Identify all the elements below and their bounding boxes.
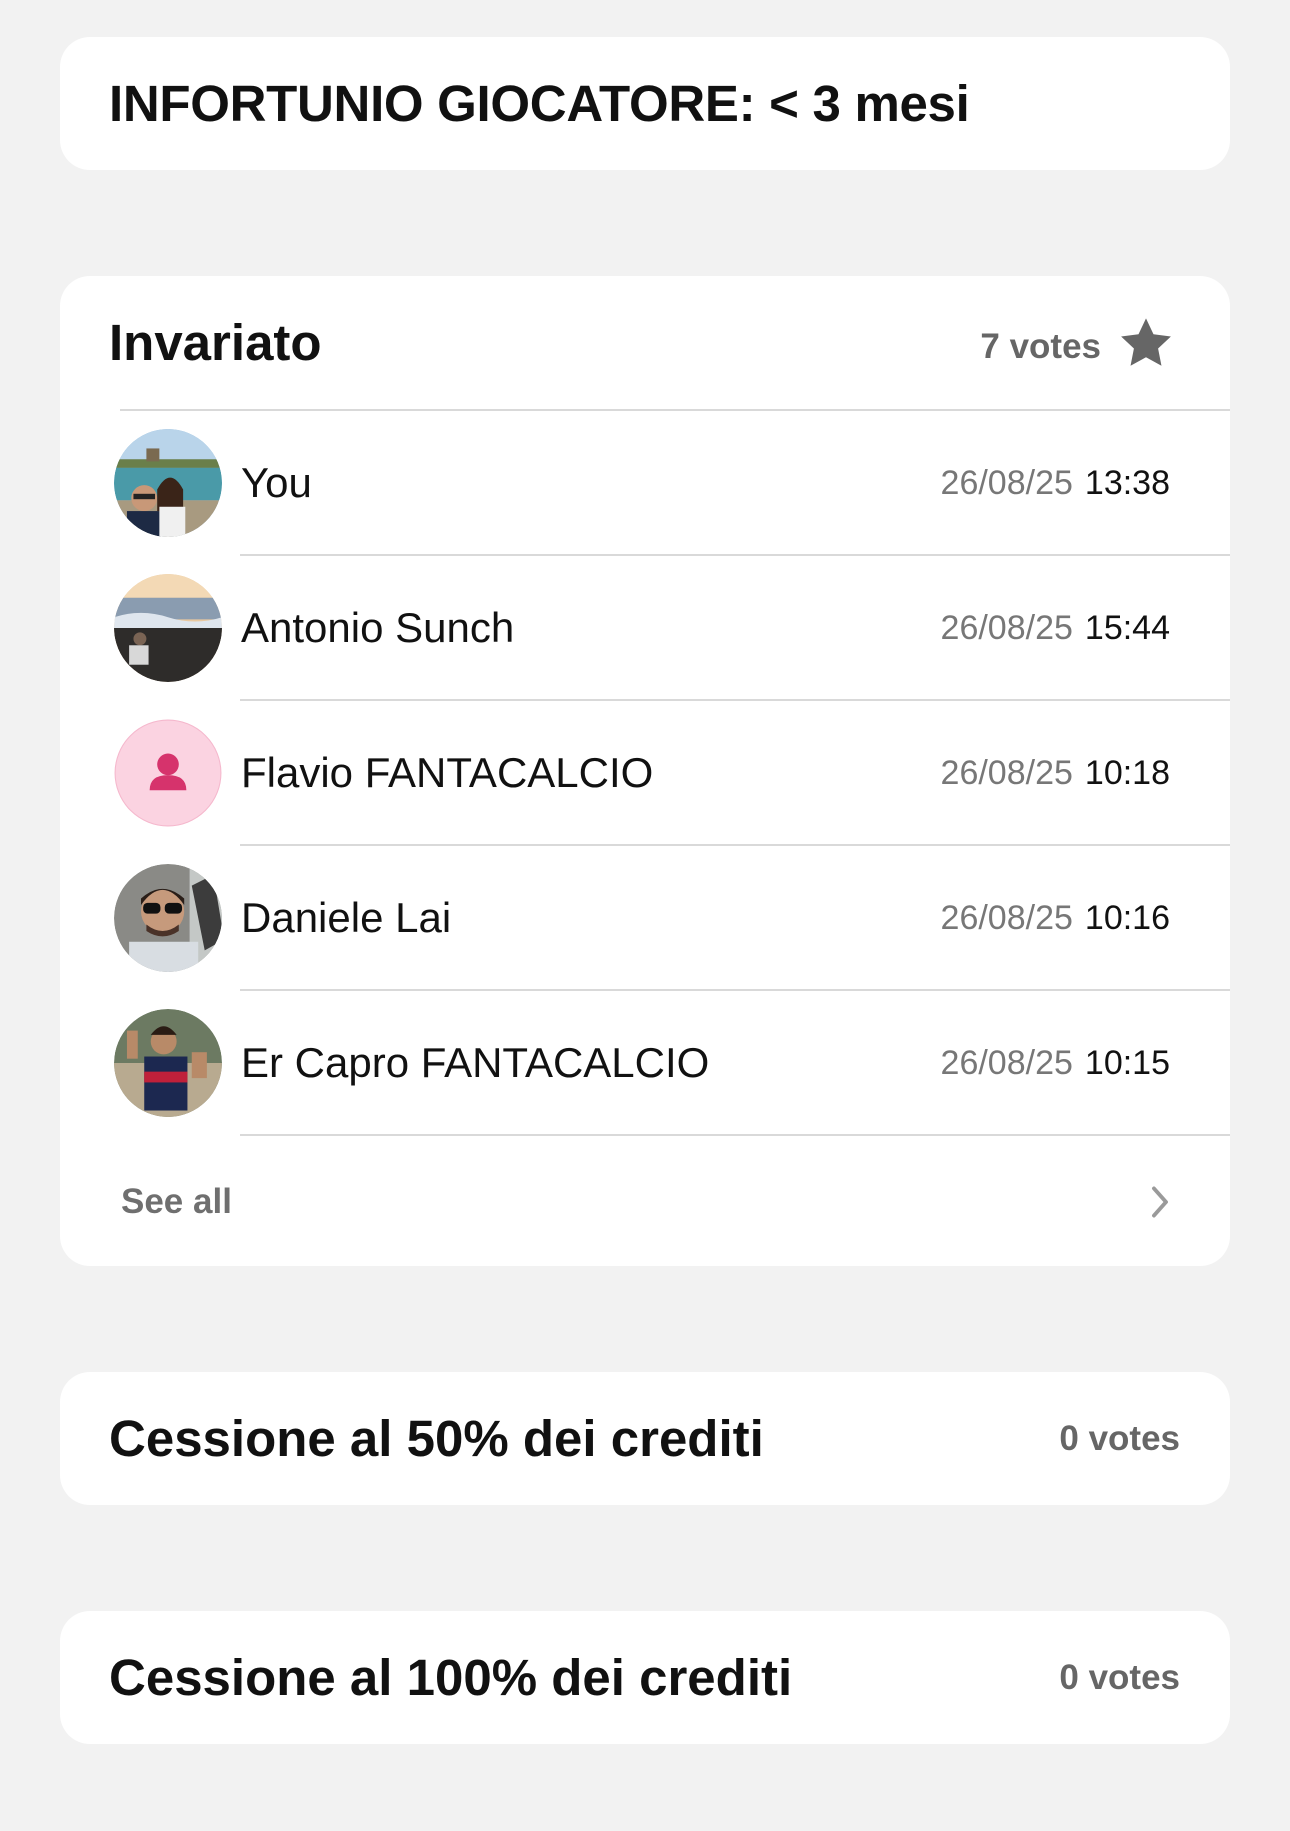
vote-time: 10:15: [1084, 1043, 1170, 1082]
vote-timestamp: 26/08/25 10:18: [941, 754, 1170, 793]
vote-time: 10:18: [1084, 753, 1170, 792]
option-votes-wrap: 7 votes: [980, 314, 1175, 372]
vote-timestamp: 26/08/25 15:44: [941, 609, 1170, 648]
vote-timestamp: 26/08/25 10:16: [941, 899, 1170, 938]
question-card: INFORTUNIO GIOCATORE: < 3 mesi: [60, 37, 1230, 170]
vote-timestamp: 26/08/25 13:38: [941, 464, 1170, 503]
person-placeholder-icon: [114, 719, 222, 827]
vote-date: 26/08/25: [940, 1043, 1073, 1082]
voter-list: You 26/08/25 13:38 Antonio Sunch 26/08/2…: [60, 411, 1230, 1136]
option-title: Invariato: [109, 314, 322, 371]
avatar: [114, 1009, 222, 1117]
option-title: Cessione al 100% dei crediti: [109, 1649, 793, 1706]
avatar: [114, 574, 222, 682]
vote-time: 10:16: [1084, 898, 1170, 937]
voter-row[interactable]: You 26/08/25 13:38: [60, 411, 1230, 556]
vote-date: 26/08/25: [940, 608, 1073, 647]
see-all-label: See all: [121, 1182, 232, 1221]
voter-name: Daniele Lai: [241, 894, 452, 941]
star-icon: [1121, 317, 1171, 366]
option-card-cessione-100[interactable]: Cessione al 100% dei crediti 0 votes: [60, 1611, 1230, 1744]
question-title: INFORTUNIO GIOCATORE: < 3 mesi: [109, 75, 970, 132]
vote-date: 26/08/25: [940, 898, 1073, 937]
avatar: [114, 429, 222, 537]
option-card-invariato[interactable]: Invariato 7 votes You 26/08/25 13:38 Ant…: [60, 276, 1230, 1266]
avatar: [114, 864, 222, 972]
vote-count: 0 votes: [1059, 1418, 1180, 1458]
vote-timestamp: 26/08/25 10:15: [941, 1044, 1170, 1083]
vote-count: 0 votes: [1059, 1657, 1180, 1697]
vote-date: 26/08/25: [940, 753, 1073, 792]
vote-time: 15:44: [1084, 608, 1170, 647]
vote-time: 13:38: [1084, 463, 1170, 502]
chevron-right-icon: [1152, 1186, 1168, 1218]
option-card-cessione-50[interactable]: Cessione al 50% dei crediti 0 votes: [60, 1372, 1230, 1505]
option-title: Cessione al 50% dei crediti: [109, 1410, 764, 1467]
vote-count: 7 votes: [980, 326, 1101, 366]
voter-name: You: [241, 459, 312, 506]
voter-name: Antonio Sunch: [241, 604, 515, 651]
see-all-button[interactable]: See all: [60, 1136, 1230, 1269]
voter-name: Flavio FANTACALCIO: [241, 749, 654, 796]
voter-name: Er Capro FANTACALCIO: [241, 1039, 710, 1086]
voter-row[interactable]: Flavio FANTACALCIO 26/08/25 10:18: [60, 701, 1230, 846]
voter-row[interactable]: Daniele Lai 26/08/25 10:16: [60, 846, 1230, 991]
vote-date: 26/08/25: [940, 463, 1073, 502]
option-header[interactable]: Invariato 7 votes: [60, 276, 1230, 409]
voter-row[interactable]: Er Capro FANTACALCIO 26/08/25 10:15: [60, 991, 1230, 1136]
voter-row[interactable]: Antonio Sunch 26/08/25 15:44: [60, 556, 1230, 701]
